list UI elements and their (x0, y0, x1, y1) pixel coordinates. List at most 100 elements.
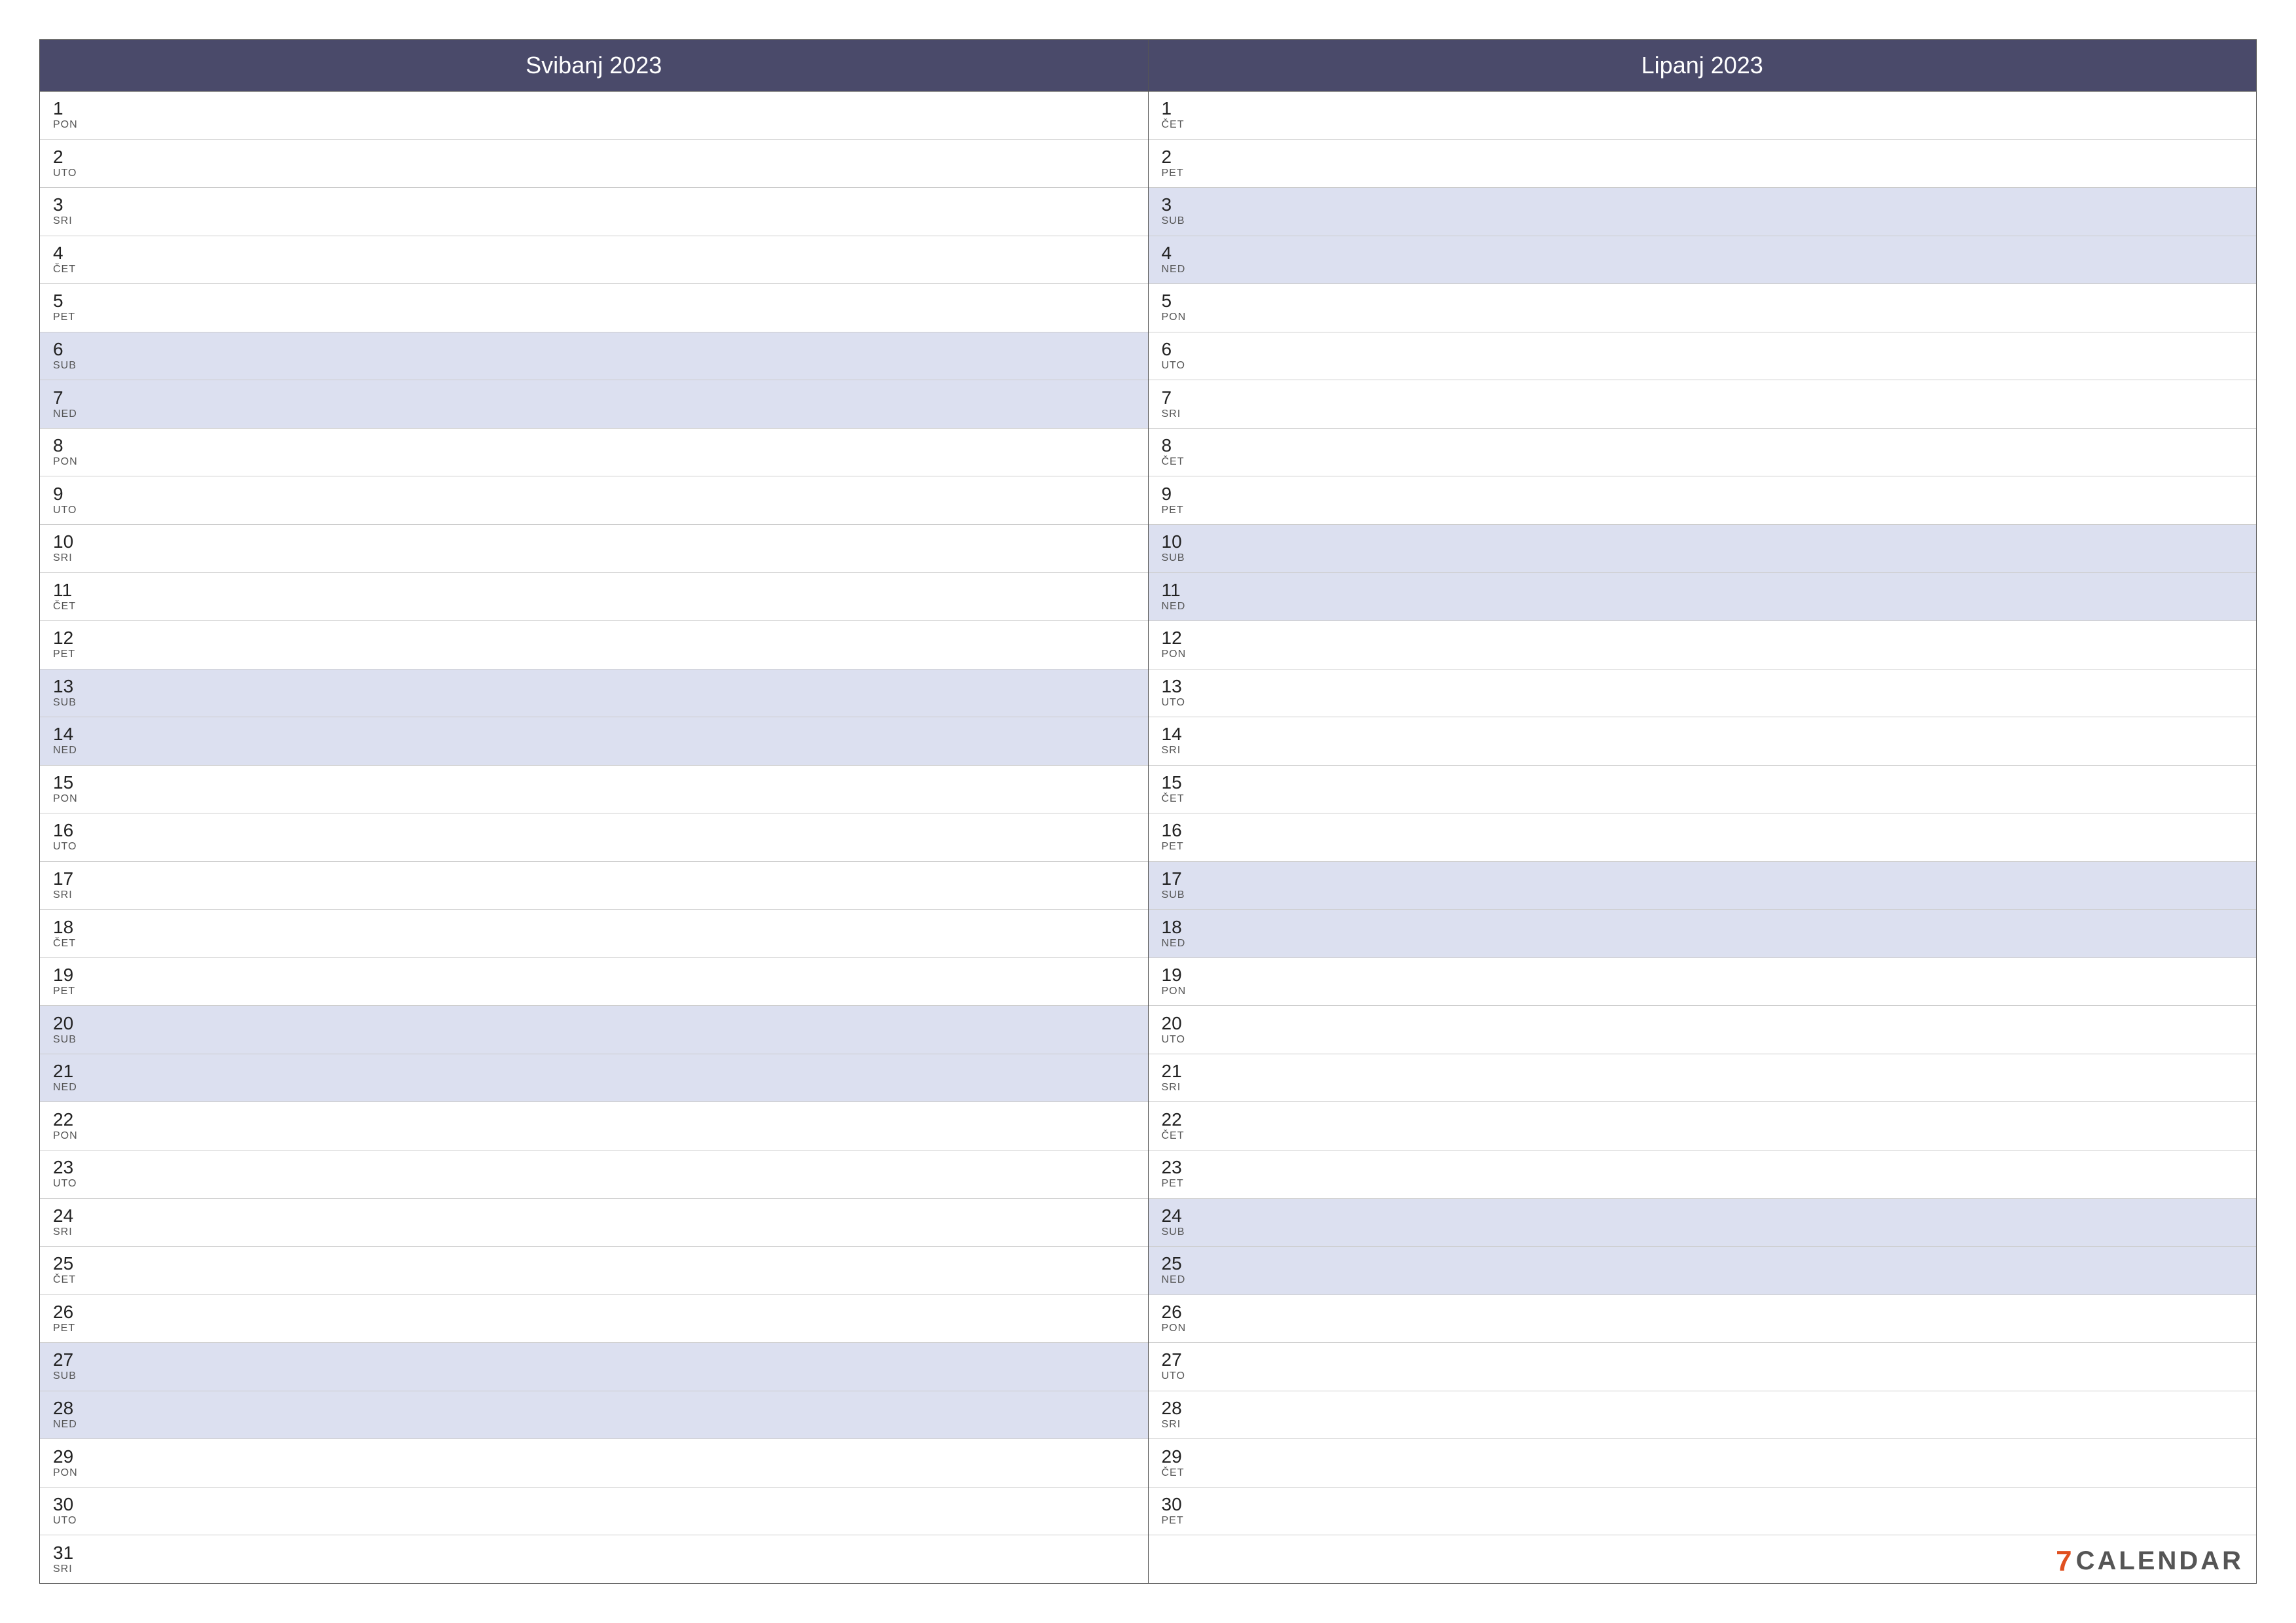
day-name: NED (1162, 601, 1186, 613)
day-row: 2UTO (40, 140, 1148, 188)
day-number-cell: 7SRI (1149, 389, 1208, 420)
day-number-cell: 24SRI (40, 1207, 99, 1238)
day-row: 29PON (40, 1439, 1148, 1488)
day-row: 27SUB (40, 1343, 1148, 1391)
day-number: 17 (53, 870, 73, 888)
day-row: 17SRI (40, 862, 1148, 910)
day-number-cell: 21SRI (1149, 1062, 1208, 1094)
day-row: 11ČET (40, 573, 1148, 621)
day-number: 14 (1162, 725, 1182, 743)
day-row: 24SUB (1149, 1199, 2257, 1247)
day-row: 17SUB (1149, 862, 2257, 910)
month-col-lipanj: Lipanj 20231ČET2PET3SUB4NED5PON6UTO7SRI8… (1149, 40, 2257, 1583)
day-name: PON (53, 456, 78, 468)
day-name: UTO (1162, 697, 1185, 709)
day-number: 17 (1162, 870, 1182, 888)
day-number: 8 (53, 437, 63, 455)
day-number: 20 (1162, 1014, 1182, 1033)
day-row: 16UTO (40, 813, 1148, 862)
day-number: 3 (53, 196, 63, 214)
day-number-cell: 13SUB (40, 677, 99, 709)
day-name: SRI (53, 1563, 73, 1575)
day-number-cell: 29ČET (1149, 1448, 1208, 1479)
day-number-cell: 31SRI (40, 1544, 99, 1575)
day-number: 21 (53, 1062, 73, 1080)
branding: 7 CALENDAR (2056, 1546, 2244, 1576)
day-row: 19 PET (40, 958, 1148, 1007)
day-name: SRI (1162, 1082, 1181, 1094)
day-number: 7 (53, 389, 63, 407)
day-number-cell: 8ČET (1149, 437, 1208, 468)
day-name: SUB (1162, 552, 1185, 564)
day-row: 28NED (40, 1391, 1148, 1440)
day-row: 23PET (1149, 1150, 2257, 1199)
day-number-cell: 9UTO (40, 485, 99, 516)
day-number-cell: 17SUB (1149, 870, 1208, 901)
day-row: 27UTO (1149, 1343, 2257, 1391)
day-number-cell: 25ČET (40, 1255, 99, 1286)
branding-text: CALENDAR (2076, 1546, 2244, 1576)
day-number-cell: 8PON (40, 437, 99, 468)
day-name: ČET (1162, 119, 1185, 131)
day-number: 2 (1162, 148, 1172, 166)
day-row: 14NED (40, 717, 1148, 766)
day-row: 18NED (1149, 910, 2257, 958)
day-row: 13SUB (40, 669, 1148, 718)
day-number-cell: 28NED (40, 1399, 99, 1431)
day-name: PON (53, 1467, 78, 1479)
day-row: 10SRI (40, 525, 1148, 573)
day-number: 11 (1162, 581, 1181, 599)
calendar-container: Svibanj 20231PON2UTO3SRI4ČET5PET6SUB7NED… (39, 39, 2257, 1584)
day-number-cell: 20SUB (40, 1014, 99, 1046)
day-number: 2 (53, 148, 63, 166)
day-number-cell: 23UTO (40, 1158, 99, 1190)
day-row: 26PON (1149, 1295, 2257, 1344)
day-number-cell: 11ČET (40, 581, 99, 613)
day-name: NED (1162, 938, 1186, 950)
day-number: 4 (1162, 244, 1172, 262)
day-name: PET (53, 986, 75, 997)
month-col-svibanj: Svibanj 20231PON2UTO3SRI4ČET5PET6SUB7NED… (40, 40, 1149, 1583)
day-name: ČET (1162, 1467, 1185, 1479)
day-number: 10 (1162, 533, 1182, 551)
day-row: 28SRI (1149, 1391, 2257, 1440)
day-row: 13UTO (1149, 669, 2257, 718)
day-name: PET (1162, 1178, 1184, 1190)
day-number-cell: 30PET (1149, 1495, 1208, 1527)
day-number: 7 (1162, 389, 1172, 407)
day-name: SUB (1162, 215, 1185, 227)
day-number: 15 (1162, 774, 1182, 792)
day-name: UTO (53, 1178, 77, 1190)
day-name: SUB (53, 360, 77, 372)
day-number: 6 (1162, 340, 1172, 359)
day-name: ČET (53, 1274, 76, 1286)
day-number-cell: 25NED (1149, 1255, 1208, 1286)
day-number-cell: 11 NED (1149, 581, 1208, 613)
day-number-cell: 17SRI (40, 870, 99, 901)
branding-icon: 7 (2056, 1547, 2072, 1576)
day-number: 6 (53, 340, 63, 359)
day-row: 24SRI (40, 1199, 1148, 1247)
day-row: 18ČET (40, 910, 1148, 958)
day-number: 22 (53, 1111, 73, 1129)
day-number-cell: 3SRI (40, 196, 99, 227)
day-number: 9 (1162, 485, 1172, 503)
day-row: 31SRI (40, 1535, 1148, 1583)
day-number: 19 (53, 966, 73, 984)
day-name: SRI (53, 552, 73, 564)
day-row: 12PET (40, 621, 1148, 669)
day-name: UTO (1162, 1370, 1185, 1382)
day-number-cell: 29PON (40, 1448, 99, 1479)
day-number: 13 (1162, 677, 1182, 696)
day-name: SRI (1162, 408, 1181, 420)
day-number-cell: 16PET (1149, 821, 1208, 853)
day-name: SRI (1162, 745, 1181, 757)
day-number-cell: 4NED (1149, 244, 1208, 276)
day-name: NED (1162, 1274, 1186, 1286)
day-number: 26 (1162, 1303, 1182, 1321)
day-number-cell: 7NED (40, 389, 99, 420)
day-name: ČET (1162, 1130, 1185, 1142)
day-row: 22ČET (1149, 1102, 2257, 1150)
day-number-cell: 26PON (1149, 1303, 1208, 1334)
day-name: SUB (53, 1034, 77, 1046)
